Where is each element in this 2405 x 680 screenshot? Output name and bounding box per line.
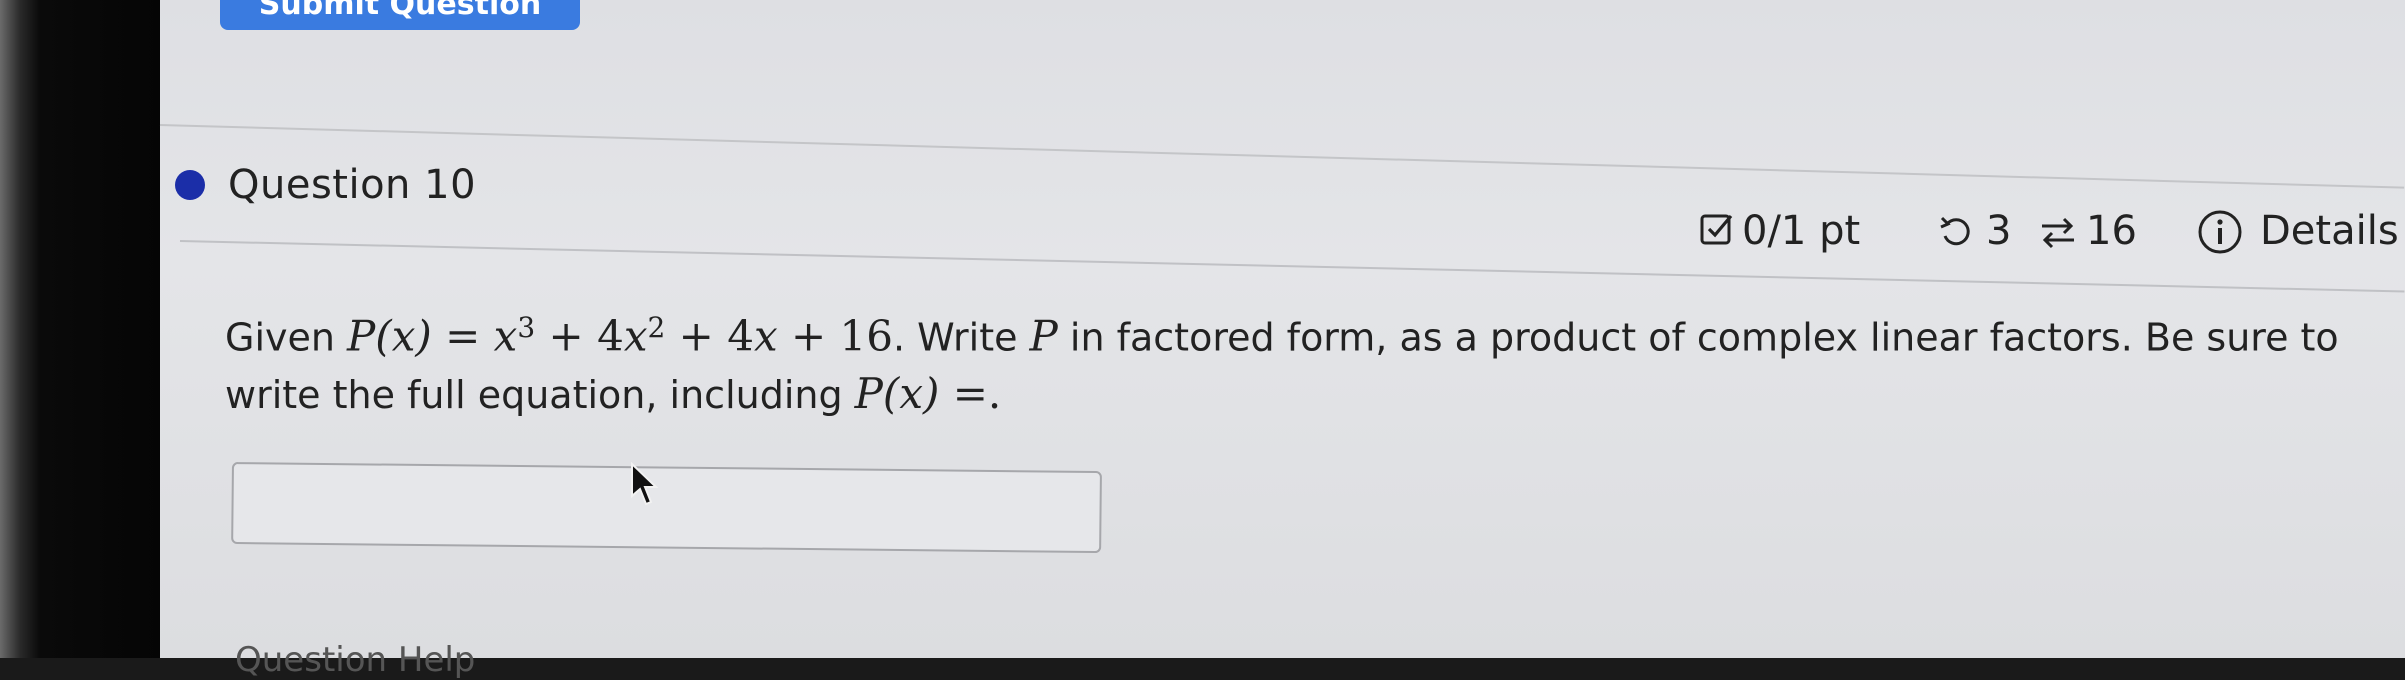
math-p: P xyxy=(1029,311,1058,361)
math-plus1: + 4 xyxy=(535,311,624,361)
screen: Submit Question Question 10 0/1 pt 3 16 xyxy=(0,0,2405,680)
question-status-dot xyxy=(175,170,205,200)
mouse-cursor-icon xyxy=(631,462,659,506)
math-plus3: + 16 xyxy=(777,311,893,361)
attempts-icon xyxy=(2042,217,2074,249)
question-title: Question 10 xyxy=(228,162,477,208)
details-link[interactable]: Details xyxy=(2260,208,2399,254)
question-prompt: Given P(x) = x3 + 4x2 + 4x + 16. Write P… xyxy=(225,300,2405,423)
answer-input[interactable] xyxy=(231,462,1102,554)
info-icon[interactable] xyxy=(2196,208,2244,256)
math-equals: = xyxy=(431,311,494,361)
retry-icon[interactable] xyxy=(1938,214,1974,250)
math-px2: P(x) xyxy=(854,368,940,418)
question-panel: Submit Question Question 10 0/1 pt 3 16 xyxy=(159,0,2405,680)
math-x3: x xyxy=(493,311,518,361)
math-tail: =. xyxy=(939,368,1002,418)
math-exp2: 2 xyxy=(647,311,666,344)
math-px: P(x) xyxy=(347,311,432,361)
monitor-bezel xyxy=(0,0,160,658)
math-plus2: + 4 xyxy=(665,311,754,361)
attempts-count: 16 xyxy=(2086,208,2137,254)
question-help-label[interactable]: Question Help xyxy=(235,640,475,680)
submit-question-button[interactable]: Submit Question xyxy=(220,0,580,30)
math-x2: x xyxy=(623,311,648,361)
retries-count: 3 xyxy=(1986,208,2012,254)
checkbox-icon xyxy=(1700,214,1733,245)
prompt-given: Given xyxy=(225,315,348,360)
math-exp3: 3 xyxy=(517,311,536,344)
score-label: 0/1 pt xyxy=(1742,208,1861,254)
divider-top xyxy=(159,124,2405,189)
prompt-mid: . Write xyxy=(892,315,1030,360)
math-x1: x xyxy=(753,311,778,361)
